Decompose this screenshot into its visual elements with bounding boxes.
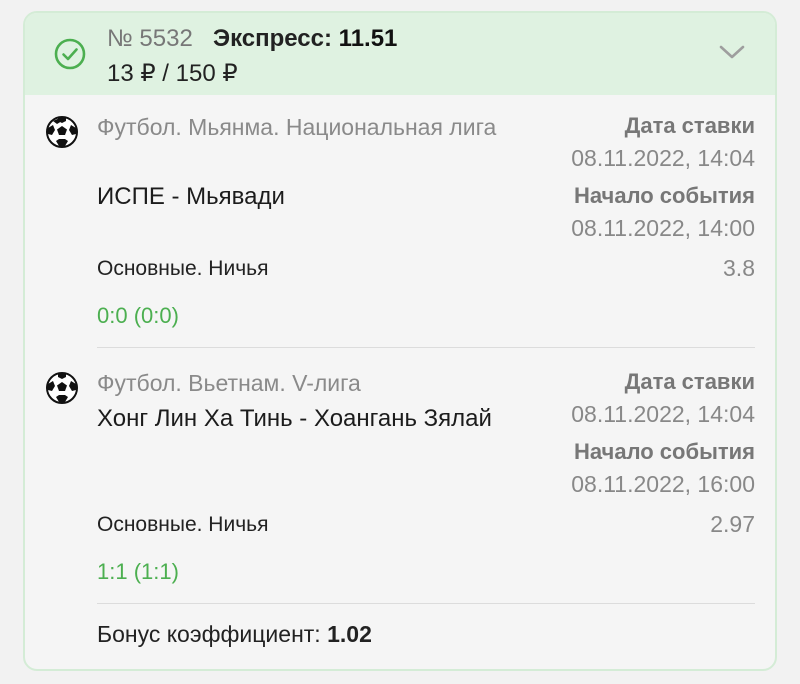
event-item: Футбол. Вьетнам. V-лига Хонг Лин Ха Тинь… [25, 351, 775, 607]
event-start-label: Начало события [573, 439, 755, 464]
event-league: Футбол. Мьянма. Национальная лига [97, 114, 497, 140]
bet-date-label: Дата ставки [624, 113, 755, 138]
bet-amount: 13 ₽ / 150 ₽ [107, 60, 238, 87]
event-start-label: Начало события [573, 183, 755, 208]
chevron-down-icon[interactable] [717, 41, 747, 63]
event-score: 1:1 (1:1) [97, 559, 179, 584]
event-match[interactable]: ИСПЕ - Мьявади [97, 181, 517, 213]
soccer-ball-icon [46, 116, 78, 148]
bet-card: № 5532 Экспресс: 11.51 13 ₽ / 150 ₽ Футб… [23, 11, 777, 671]
event-match[interactable]: Хонг Лин Ха Тинь - Хоангань Зялай [97, 403, 517, 435]
event-league: Футбол. Вьетнам. V-лига [97, 370, 361, 396]
event-market: Основные. Ничья [97, 257, 269, 280]
bet-type: Экспресс: 11.51 [213, 25, 397, 53]
bet-date-label: Дата ставки [624, 369, 755, 394]
event-item: Футбол. Мьянма. Национальная лига ИСПЕ -… [25, 95, 775, 351]
bet-card-header[interactable]: № 5532 Экспресс: 11.51 13 ₽ / 150 ₽ [25, 13, 775, 95]
divider [97, 603, 755, 604]
bet-number: № 5532 [107, 25, 193, 52]
event-odds: 2.97 [710, 511, 755, 537]
divider [97, 347, 755, 348]
event-market: Основные. Ничья [97, 513, 269, 536]
bonus-coefficient: Бонус коэффициент: 1.02 [97, 621, 372, 648]
event-start: 08.11.2022, 16:00 [571, 471, 755, 497]
bonus-label: Бонус коэффициент: [97, 621, 321, 647]
event-odds: 3.8 [723, 255, 755, 281]
bet-date: 08.11.2022, 14:04 [571, 401, 755, 427]
soccer-ball-icon [46, 372, 78, 404]
check-circle-icon [54, 38, 86, 70]
event-score: 0:0 (0:0) [97, 303, 179, 328]
bet-date: 08.11.2022, 14:04 [571, 145, 755, 171]
event-start: 08.11.2022, 14:00 [571, 215, 755, 241]
bonus-value: 1.02 [327, 621, 372, 647]
total-odds: 11.51 [338, 25, 398, 52]
bet-type-label: Экспресс: [213, 25, 332, 52]
